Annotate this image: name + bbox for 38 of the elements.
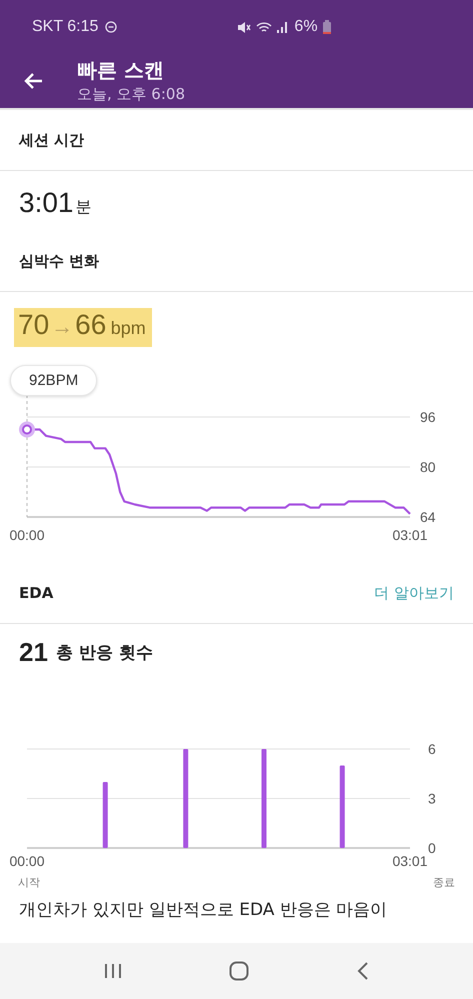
axis-tick-label: 64 [420, 509, 436, 525]
heart-rate-change: 70→66 bpm [14, 308, 152, 347]
axis-tick-label: 00:00 [9, 853, 45, 869]
home-icon[interactable] [229, 961, 250, 981]
response-count: 21 [19, 636, 48, 668]
status-time: SKT 6:15 [32, 18, 98, 36]
do-not-disturb-icon [105, 21, 118, 33]
back-icon[interactable] [357, 962, 370, 980]
section-heading: EDA [19, 584, 54, 602]
section-heading: 심박수 변화 [19, 252, 100, 270]
axis-tick-label: 96 [420, 409, 436, 425]
axis-tick-label: 6 [428, 741, 436, 757]
axis-tick-label: 03:01 [392, 853, 428, 869]
battery-percent: 6% [294, 18, 318, 36]
session-duration: 3:01 [19, 187, 74, 219]
description-text: 개인차가 있지만 일반적으로 EDA 반응은 마음이 [19, 899, 388, 922]
axis-tick-label: 3 [428, 790, 436, 806]
signal-icon [277, 21, 290, 33]
mute-icon [237, 20, 252, 34]
recent-apps-icon[interactable] [104, 963, 122, 979]
section-heading: 세션 시간 [19, 130, 84, 150]
axis-tick-label: 80 [420, 459, 436, 475]
learn-more-link[interactable]: 더 알아보기 [374, 584, 454, 602]
axis-tick-label: 00:00 [9, 527, 45, 543]
response-count-label: 총 반응 횟수 [56, 642, 153, 664]
end-label: 종료 [433, 875, 455, 890]
start-label: 시작 [18, 875, 40, 890]
wifi-icon [256, 20, 272, 34]
response-bar [102, 782, 108, 848]
axis-tick-label: 0 [428, 840, 436, 856]
screen-title: 빠른 스캔 [77, 57, 165, 83]
screen-subtitle: 오늘, 오후 6:08 [77, 84, 185, 105]
duration-unit: 분 [76, 197, 92, 218]
value-tooltip: 92BPM [10, 365, 98, 396]
back-arrow-icon[interactable] [23, 72, 43, 90]
axis-tick-label: 03:01 [392, 527, 428, 543]
selected-point-marker[interactable] [19, 422, 35, 438]
battery-icon [322, 20, 331, 34]
